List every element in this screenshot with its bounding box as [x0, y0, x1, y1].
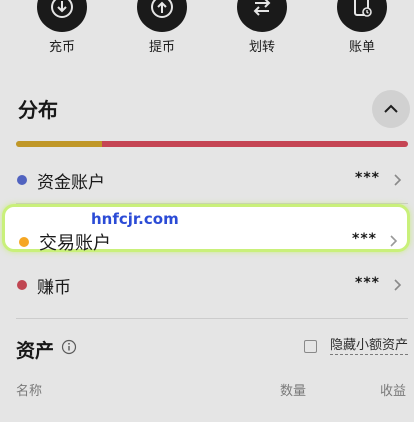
account-value: *** [355, 275, 380, 291]
chevron-right-icon [390, 235, 398, 247]
hide-small-checkbox[interactable] [304, 340, 317, 353]
distribution-bar [16, 141, 408, 147]
quick-actions: 充币 提币 划转 账单 [0, 0, 414, 70]
bill-icon [337, 0, 387, 32]
bill-label: 账单 [348, 40, 375, 55]
account-dot [17, 175, 27, 185]
column-header-name: 名称 [16, 384, 43, 399]
account-dot [17, 280, 27, 290]
deposit-label: 充币 [48, 40, 75, 55]
transfer-label: 划转 [248, 40, 275, 55]
account-value: *** [355, 170, 380, 186]
divider [16, 318, 408, 319]
account-row-funding[interactable]: 资金账户 *** [0, 156, 414, 204]
account-name: 交易账户 [39, 233, 111, 254]
assets-title: 资产 [16, 340, 55, 362]
column-header-earnings: 收益 [380, 384, 407, 399]
chevron-right-icon [394, 279, 402, 291]
hide-small-label[interactable]: 隐藏小额资产 [330, 338, 409, 355]
download-icon [37, 0, 87, 32]
info-icon[interactable] [61, 339, 77, 355]
withdraw-button[interactable]: 提币 [132, 0, 192, 55]
account-name: 赚币 [37, 278, 71, 298]
distribution-bar-segment-earn [102, 141, 408, 147]
distribution-bar-segment-funding [16, 141, 103, 147]
transfer-button[interactable]: 划转 [232, 0, 292, 55]
upload-icon [137, 0, 187, 32]
deposit-button[interactable]: 充币 [32, 0, 92, 55]
bill-button[interactable]: 账单 [332, 0, 392, 55]
withdraw-label: 提币 [148, 40, 175, 55]
account-row-earn[interactable]: 赚币 *** [0, 261, 414, 309]
account-dot [19, 237, 29, 247]
distribution-title: 分布 [18, 98, 58, 122]
transfer-icon [237, 0, 287, 32]
collapse-button[interactable] [372, 90, 410, 128]
chevron-right-icon [394, 174, 402, 186]
watermark-text: hnfcjr.com [91, 210, 179, 228]
account-value: *** [352, 231, 377, 247]
column-header-quantity: 数量 [280, 384, 307, 399]
account-row-trading[interactable]: hnfcjr.com 交易账户 *** [2, 204, 410, 254]
chevron-up-icon [384, 104, 398, 113]
account-name: 资金账户 [37, 173, 105, 193]
